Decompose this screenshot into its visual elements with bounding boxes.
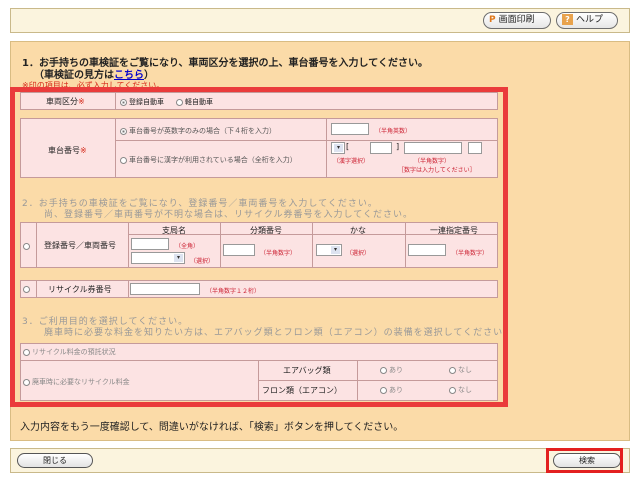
help-icon: ? — [562, 14, 573, 25]
confirm-text: 入力内容をもう一度確認して、問違いがなければ、「検索」ボタンを押してください。 — [20, 422, 404, 433]
section1-subtitle: （車検証の見方はこちら） — [34, 70, 154, 81]
print-icon: P — [489, 15, 496, 25]
search-highlight-frame — [546, 448, 623, 473]
help-button[interactable]: ? ヘルプ — [556, 12, 618, 29]
print-screen-button[interactable]: P 画面印刷 — [483, 12, 551, 29]
bottom-toolbar: 閉じる 検索 — [10, 448, 630, 473]
form-highlight-frame — [10, 87, 508, 407]
top-toolbar: P 画面印刷 ? ヘルプ — [10, 8, 630, 33]
close-button[interactable]: 閉じる — [17, 453, 93, 468]
